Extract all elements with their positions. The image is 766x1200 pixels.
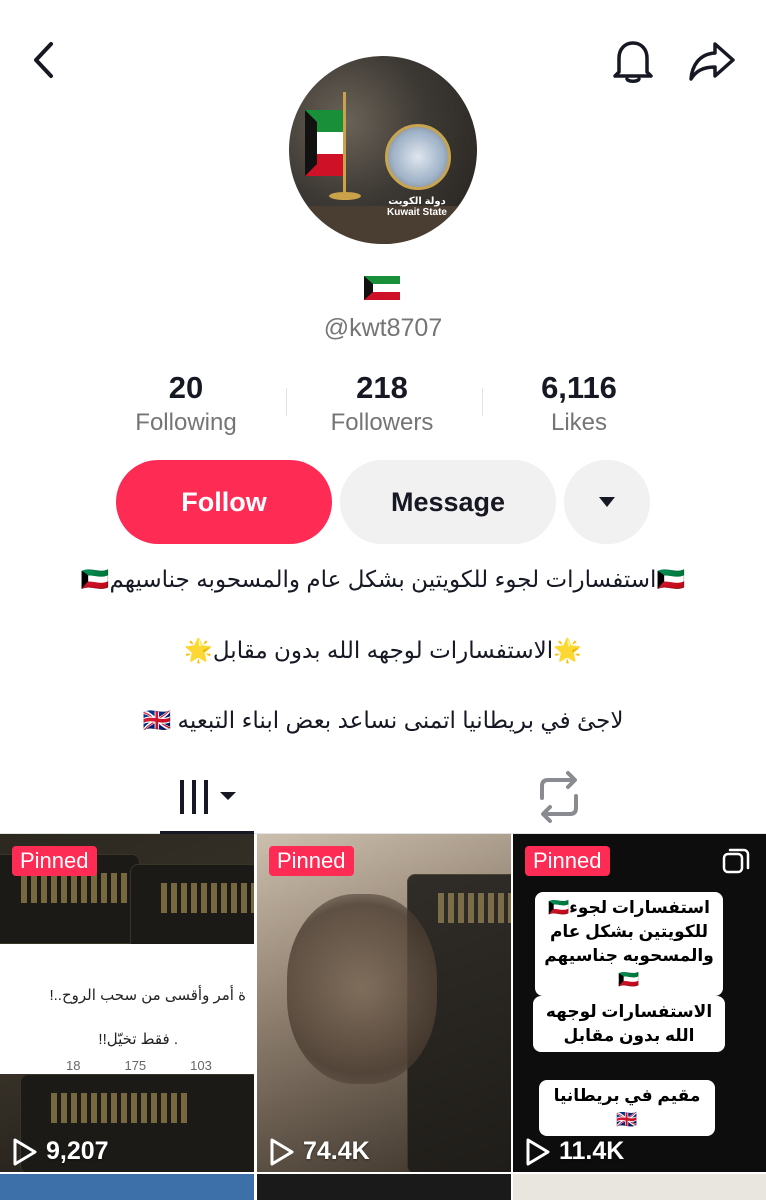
view-count-value: 11.4K: [559, 1137, 625, 1165]
avatar-state-label: دولة الكويت Kuwait State: [386, 196, 447, 218]
stat-likes[interactable]: 6,116 Likes: [489, 368, 669, 438]
tab-reposts[interactable]: [530, 770, 588, 824]
bio-line: 🇰🇼استفسارات لجوء للكويتين بشكل عام والمس…: [80, 566, 686, 592]
stat-divider: [482, 388, 483, 416]
video-grid: ة أمر وأقسى من سحب الروح..! . فقط تخيّل!…: [0, 834, 766, 1200]
grid-bars-icon: [180, 780, 236, 814]
play-icon: [270, 1138, 294, 1165]
video-thumbnail[interactable]: [257, 1174, 511, 1200]
stat-value: 20: [168, 370, 204, 405]
stat-divider: [286, 388, 287, 416]
chevron-left-icon: [34, 42, 53, 78]
pinned-badge: Pinned: [525, 846, 610, 876]
view-count: 9,207: [12, 1137, 109, 1166]
quote-text: . فقط تخيّل!!: [98, 1031, 178, 1048]
bio-line: لاجئ في بريطانيا اتمنى نساعد بعض ابناء ا…: [142, 707, 624, 733]
stat-label: Likes: [550, 409, 608, 436]
note-text: الاستفسارات لوجهه الله بدون مقابل: [533, 996, 725, 1052]
quote-views: 103: [190, 1058, 212, 1073]
stat-following[interactable]: 20 Following: [96, 368, 276, 438]
view-count-value: 9,207: [46, 1137, 109, 1165]
profile-tabs: [0, 760, 766, 834]
more-options-button[interactable]: [564, 460, 650, 544]
quote-retweets: 18: [66, 1058, 81, 1073]
message-button[interactable]: Message: [340, 460, 556, 544]
video-thumbnail[interactable]: [513, 1174, 766, 1200]
quote-likes: 175: [124, 1058, 147, 1073]
multi-photo-icon: [722, 848, 750, 874]
note-text: مقيم في بريطانيا🇬🇧: [539, 1080, 715, 1136]
stat-label: Following: [135, 409, 237, 436]
share-button[interactable]: [684, 34, 740, 88]
video-thumbnail[interactable]: Pinned 74.4K: [257, 834, 511, 1172]
notification-button[interactable]: [606, 34, 660, 88]
portrait-image: [287, 894, 437, 1084]
bell-icon: [613, 41, 653, 83]
caret-down-icon: [599, 497, 615, 507]
kuwait-emblem-image: [385, 124, 451, 190]
stat-value: 6,116: [541, 370, 617, 405]
bio-line: 🌟الاستفسارات لوجهه الله بدون مقابل🌟: [184, 637, 582, 663]
kuwait-flag-image: [305, 92, 361, 200]
pinned-badge: Pinned: [269, 846, 354, 876]
note-text: استفسارات لجوء🇰🇼 للكويتين بشكل عام والمس…: [535, 892, 723, 996]
profile-avatar[interactable]: دولة الكويت Kuwait State: [289, 56, 477, 244]
pinned-badge: Pinned: [12, 846, 97, 876]
quote-text: ة أمر وأقسى من سحب الروح..!: [49, 987, 246, 1004]
back-button[interactable]: [22, 36, 66, 84]
stat-label: Followers: [330, 409, 434, 436]
video-thumbnail[interactable]: [0, 1174, 254, 1200]
repost-icon: [540, 771, 578, 823]
username: @kwt8707: [323, 314, 443, 342]
video-thumbnail[interactable]: استفسارات لجوء🇰🇼 للكويتين بشكل عام والمس…: [513, 834, 766, 1172]
tab-videos[interactable]: [160, 760, 254, 834]
stat-followers[interactable]: 218 Followers: [292, 368, 472, 438]
quote-card: ة أمر وأقسى من سحب الروح..! . فقط تخيّل!…: [0, 944, 254, 1074]
passport-image: [130, 864, 254, 954]
share-arrow-icon: [689, 42, 735, 81]
video-thumbnail[interactable]: ة أمر وأقسى من سحب الروح..! . فقط تخيّل!…: [0, 834, 254, 1172]
quote-stats: 18 175 103: [6, 1058, 212, 1073]
follow-button[interactable]: Follow: [116, 460, 332, 544]
view-count: 74.4K: [269, 1137, 370, 1166]
play-icon: [13, 1138, 37, 1165]
view-count: 11.4K: [525, 1137, 624, 1166]
play-icon: [526, 1138, 550, 1165]
view-count-value: 74.4K: [303, 1137, 370, 1165]
stat-value: 218: [356, 370, 408, 405]
kuwait-flag-icon: [364, 276, 400, 300]
